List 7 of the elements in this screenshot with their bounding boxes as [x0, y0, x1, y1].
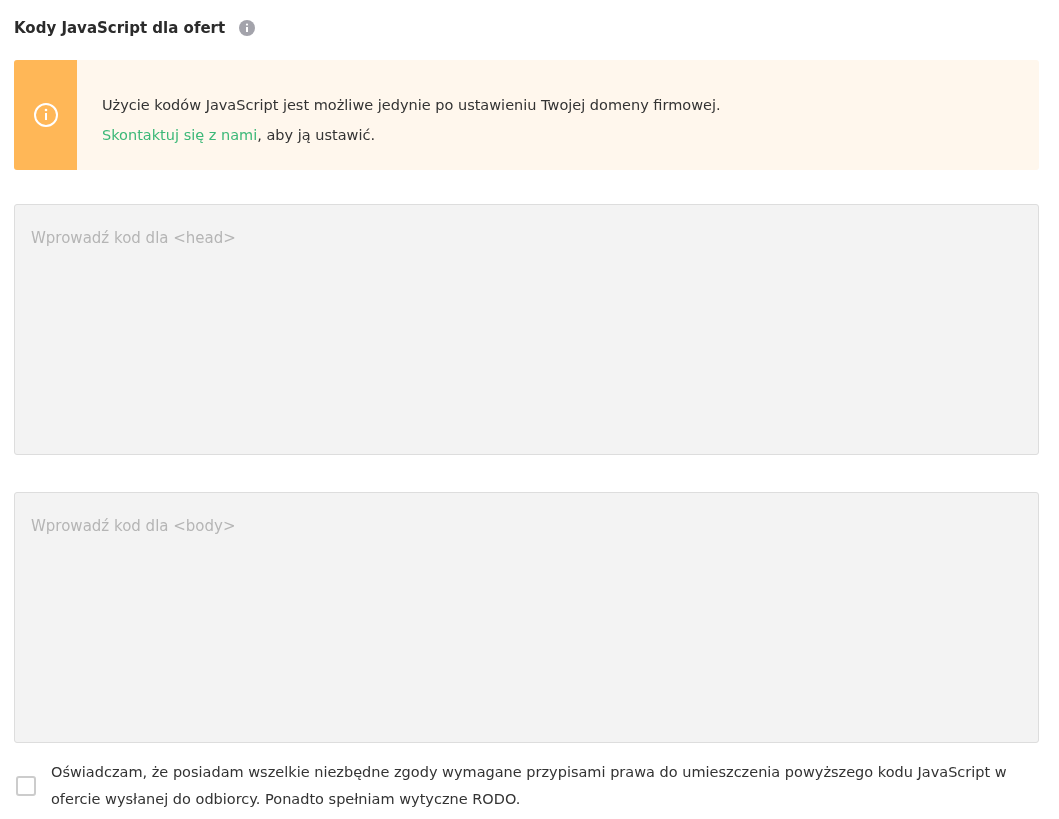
info-icon [32, 102, 59, 128]
notice-text: Użycie kodów JavaScript jest możliwe jedynie po ustawieniu Twojej domeny firmowej. Skontaktuj się z nami, aby ją ustawić. [101, 96, 721, 145]
info-icon[interactable] [239, 20, 256, 36]
section-title: Kody JavaScript dla ofert [14, 19, 226, 37]
consent-text: Oświadczam, że posiadam wszelkie niezbędne zgody wymagane przypisami prawa do umieszczenia powyższego kodu JavaScript w ofercie wysłanej do odbiorcy. Ponadto spełniam wytyczne RODO. [51, 763, 1008, 809]
contact-link[interactable]: Skontaktuj się z nami [102, 127, 258, 143]
consent-checkbox[interactable] [16, 776, 36, 796]
